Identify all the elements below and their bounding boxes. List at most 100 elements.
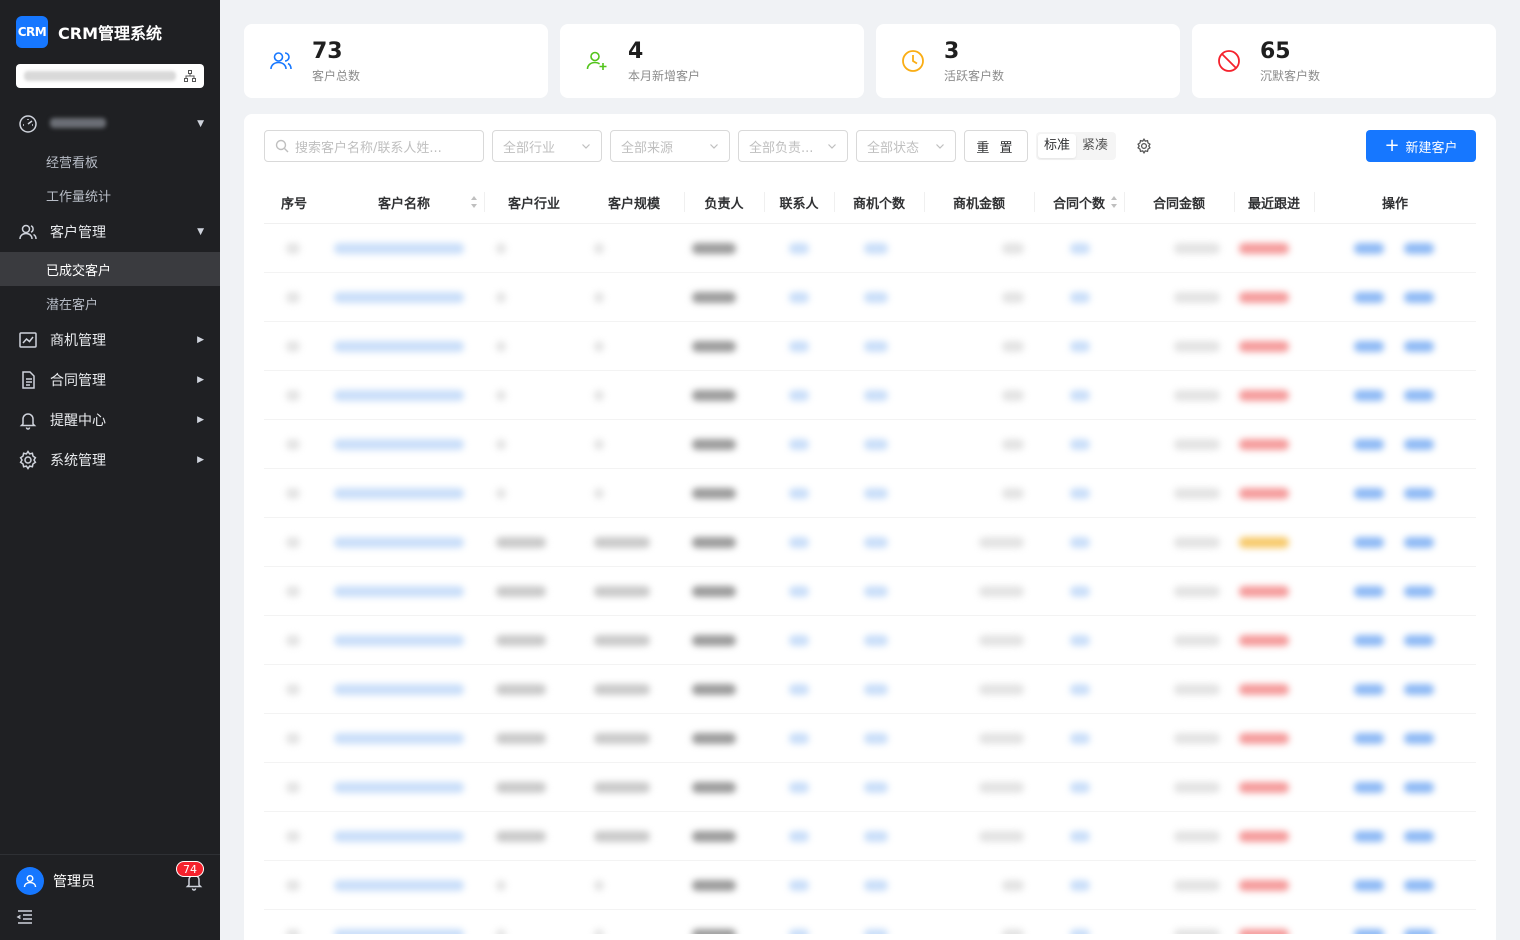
density-compact-option[interactable]: 紧凑 (1076, 134, 1114, 158)
menu-group-dashboard[interactable]: ▼ (0, 104, 220, 144)
industry-select[interactable]: 全部行业 (492, 130, 602, 162)
row-action-link[interactable] (1404, 782, 1434, 793)
brand[interactable]: CRM CRM管理系统 (16, 16, 162, 48)
column-header-name[interactable]: 客户名称 (324, 180, 484, 224)
avatar[interactable] (16, 867, 44, 895)
row-action-link[interactable] (1354, 635, 1384, 646)
table-cell-blurred[interactable] (334, 733, 464, 744)
notification-button[interactable]: 74 (176, 861, 204, 891)
source-select[interactable]: 全部来源 (610, 130, 730, 162)
row-action-link[interactable] (1354, 782, 1384, 793)
menu-group-customers[interactable]: 客户管理 ▼ (0, 212, 220, 252)
table-row[interactable] (264, 371, 1476, 420)
table-cell-blurred[interactable] (334, 684, 464, 695)
stat-card-new-customers[interactable]: 4 本月新增客户 (560, 24, 864, 98)
row-action-link[interactable] (1404, 635, 1434, 646)
table-cell-blurred[interactable] (334, 586, 464, 597)
stat-card-silent-customers[interactable]: 65 沉默客户数 (1192, 24, 1496, 98)
row-action-link[interactable] (1404, 586, 1434, 597)
table-row[interactable] (264, 518, 1476, 567)
table-cell-blurred[interactable] (334, 635, 464, 646)
table-cell-blurred[interactable] (334, 292, 464, 303)
column-header-contract-count[interactable]: 合同个数 (1034, 180, 1124, 224)
column-header-contact: 联系人 (779, 196, 819, 212)
collapse-menu-icon[interactable] (16, 908, 34, 926)
row-action-link[interactable] (1354, 537, 1384, 548)
row-action-link[interactable] (1404, 684, 1434, 695)
sidebar-item-workload-stats[interactable]: 工作量统计 (0, 178, 220, 212)
row-action-link[interactable] (1354, 390, 1384, 401)
new-customer-button[interactable]: + 新建客户 (1366, 130, 1476, 162)
row-action-link[interactable] (1404, 733, 1434, 744)
table-row[interactable] (264, 273, 1476, 322)
row-action-link[interactable] (1354, 586, 1384, 597)
table-row[interactable] (264, 616, 1476, 665)
table-row[interactable] (264, 665, 1476, 714)
table-cell-blurred (1070, 341, 1090, 352)
status-select[interactable]: 全部状态 (856, 130, 956, 162)
table-cell-blurred (979, 635, 1024, 646)
user-info[interactable]: 管理员 74 (16, 861, 204, 895)
table-cell-blurred[interactable] (334, 831, 464, 842)
row-action-link[interactable] (1404, 243, 1434, 254)
table-row[interactable] (264, 763, 1476, 812)
row-action-link[interactable] (1404, 439, 1434, 450)
table-cell-blurred[interactable] (334, 880, 464, 891)
row-action-link[interactable] (1354, 733, 1384, 744)
density-standard-option[interactable]: 标准 (1038, 134, 1077, 158)
table-cell-blurred[interactable] (334, 488, 464, 499)
row-action-link[interactable] (1354, 439, 1384, 450)
table-cell-blurred[interactable] (334, 243, 464, 254)
search-icon (275, 139, 289, 153)
table-row[interactable] (264, 469, 1476, 518)
table-row[interactable] (264, 861, 1476, 910)
table-cell-blurred[interactable] (334, 439, 464, 450)
stat-card-active-customers[interactable]: 3 活跃客户数 (876, 24, 1180, 98)
gear-icon[interactable] (1136, 138, 1152, 154)
table-row[interactable] (264, 714, 1476, 763)
menu-group-contracts[interactable]: 合同管理 ▶ (0, 360, 220, 400)
row-action-link[interactable] (1354, 880, 1384, 891)
table-cell-blurred (789, 929, 809, 934)
table-cell-blurred (692, 243, 736, 254)
row-action-link[interactable] (1354, 341, 1384, 352)
row-action-link[interactable] (1404, 488, 1434, 499)
table-row[interactable] (264, 322, 1476, 371)
row-action-link[interactable] (1404, 292, 1434, 303)
row-action-link[interactable] (1404, 537, 1434, 548)
sidebar-item-closed-customers[interactable]: 已成交客户 (0, 252, 220, 286)
row-action-link[interactable] (1354, 488, 1384, 499)
table-cell-blurred[interactable] (334, 341, 464, 352)
table-cell-blurred[interactable] (334, 782, 464, 793)
row-action-link[interactable] (1404, 929, 1434, 934)
table-cell-blurred[interactable] (334, 929, 464, 934)
menu-group-system-label: 系统管理 (50, 453, 106, 469)
sidebar-item-potential-customers[interactable]: 潜在客户 (0, 286, 220, 320)
table-row[interactable] (264, 420, 1476, 469)
row-action-link[interactable] (1404, 341, 1434, 352)
table-row[interactable] (264, 812, 1476, 861)
table-cell-blurred[interactable] (334, 537, 464, 548)
owner-select[interactable]: 全部负责... (738, 130, 848, 162)
menu-group-opportunities[interactable]: 商机管理 ▶ (0, 320, 220, 360)
reset-button[interactable]: 重 置 (964, 130, 1028, 162)
row-action-link[interactable] (1354, 831, 1384, 842)
organization-selector[interactable] (16, 64, 204, 88)
sidebar-item-business-board[interactable]: 经营看板 (0, 144, 220, 178)
table-row[interactable] (264, 567, 1476, 616)
table-row[interactable] (264, 224, 1476, 273)
row-action-link[interactable] (1354, 684, 1384, 695)
search-input[interactable]: 搜索客户名称/联系人姓... (264, 130, 484, 162)
menu-group-reminders[interactable]: 提醒中心 ▶ (0, 400, 220, 440)
row-action-link[interactable] (1354, 292, 1384, 303)
row-action-link[interactable] (1404, 831, 1434, 842)
row-action-link[interactable] (1354, 243, 1384, 254)
table-cell-blurred[interactable] (334, 390, 464, 401)
column-header-contract-amount: 合同金额 (1152, 196, 1205, 212)
row-action-link[interactable] (1404, 880, 1434, 891)
table-row[interactable] (264, 910, 1476, 934)
row-action-link[interactable] (1404, 390, 1434, 401)
row-action-link[interactable] (1354, 929, 1384, 934)
stat-card-total-customers[interactable]: 73 客户总数 (244, 24, 548, 98)
menu-group-system[interactable]: 系统管理 ▶ (0, 440, 220, 480)
